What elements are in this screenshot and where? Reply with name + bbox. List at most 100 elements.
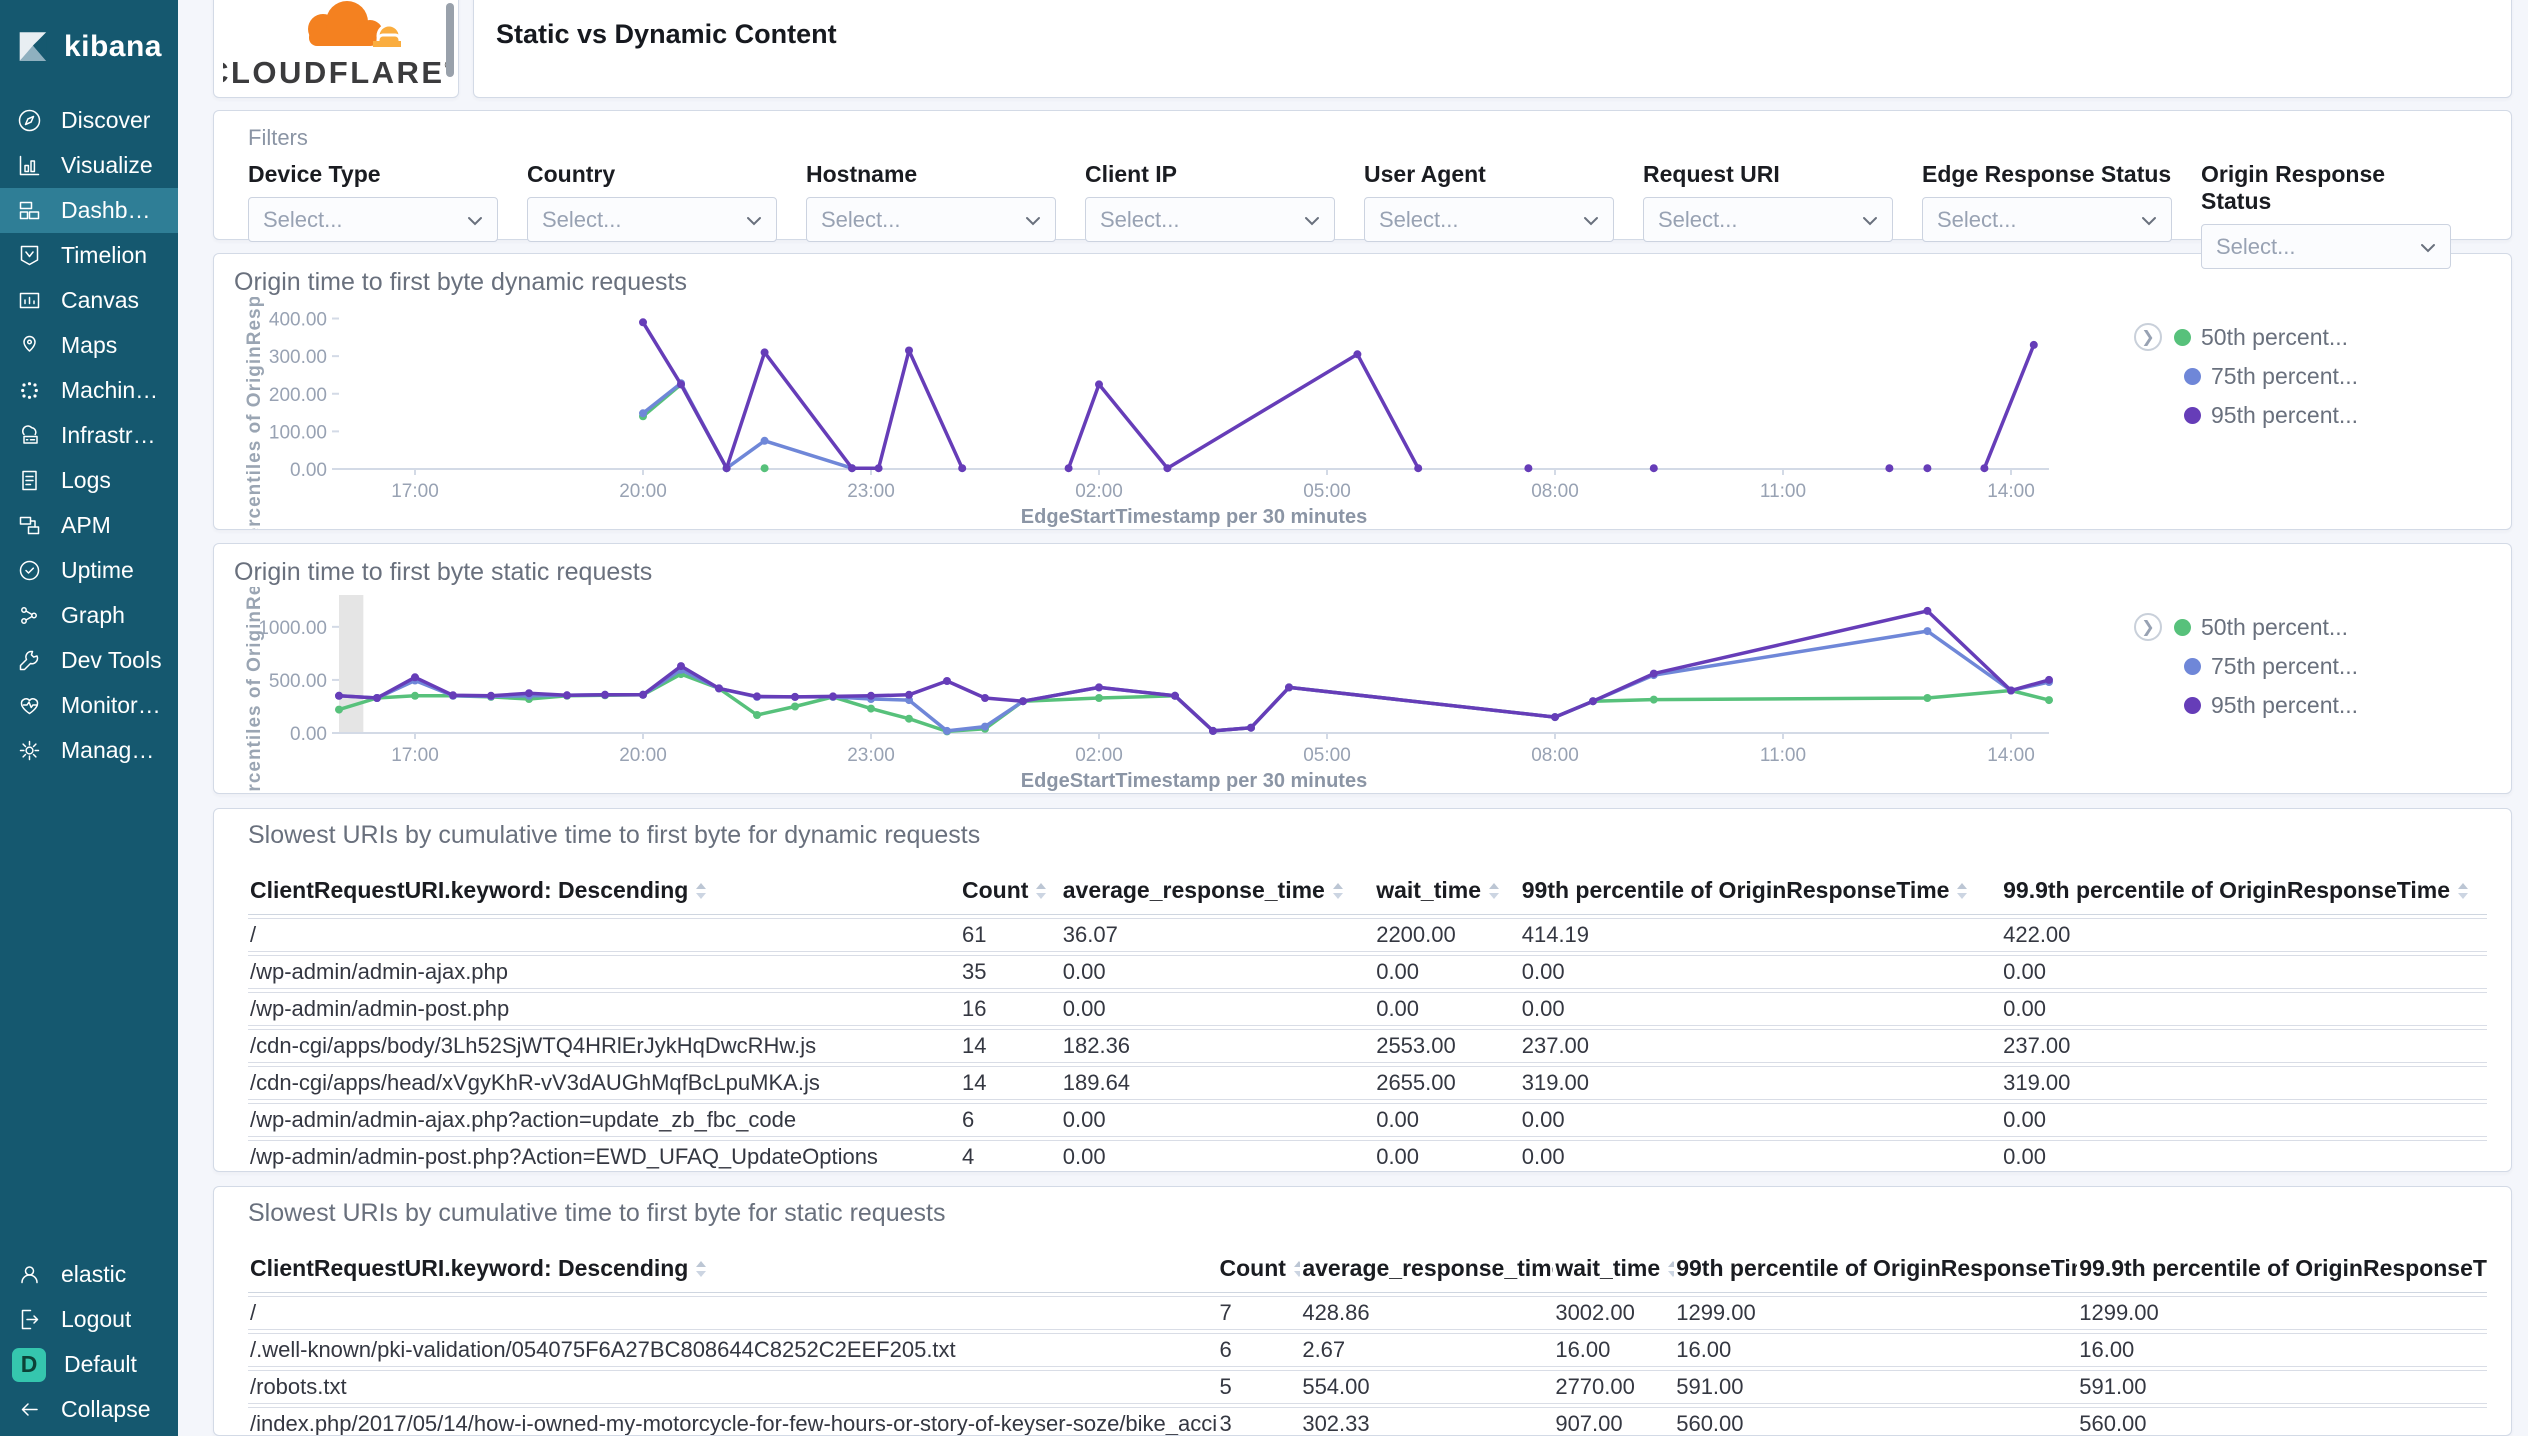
sidebar-item-maps[interactable]: Maps: [0, 323, 178, 368]
series-line: [337, 609, 2051, 733]
table-row[interactable]: /7 428.86 3002.00 1299.00 1299.00: [248, 1296, 2487, 1331]
x-tick-label: 14:00: [1987, 745, 2035, 766]
sidebar-item-monitoring[interactable]: Monitoring: [0, 683, 178, 728]
column-header[interactable]: Count: [1217, 1249, 1301, 1294]
filter-select-user-agent[interactable]: Select...: [1364, 197, 1614, 242]
sort-icon[interactable]: [1488, 882, 1500, 900]
sort-icon[interactable]: [695, 1260, 707, 1278]
table-row[interactable]: /robots.txt 5 554.00 2770.00 591.00 591.00: [248, 1370, 2487, 1405]
select-placeholder: Select...: [1658, 206, 1738, 232]
table-cell: /wp-admin/admin-post.php?Action=EWD_UFAQ…: [248, 1140, 960, 1172]
sidebar-item-default[interactable]: D Default: [0, 1342, 178, 1387]
table-row[interactable]: /wp-admin/admin-post.php?Action=EWD_UFAQ…: [248, 1140, 2487, 1172]
column-header[interactable]: average_response_time: [1300, 1249, 1554, 1294]
panel-scrollbar-thumb[interactable]: [446, 3, 454, 77]
table-cell: 1299.00: [2077, 1296, 2487, 1331]
legend-swatch[interactable]: [2184, 368, 2201, 385]
sort-icon[interactable]: [1035, 882, 1047, 900]
legend-swatch[interactable]: [2174, 618, 2191, 636]
sidebar-item-label: Uptime: [61, 557, 134, 583]
data-point: [1163, 464, 1172, 473]
data-point: [411, 691, 419, 700]
table-row[interactable]: /61 36.07 2200.00 414.19 422.00: [248, 918, 2487, 952]
data-point: [791, 692, 799, 701]
legend-swatch[interactable]: [2184, 697, 2201, 714]
filter-select-origin-response-status[interactable]: Select...: [2201, 224, 2451, 269]
data-point: [1353, 350, 1362, 359]
column-header[interactable]: 99.9th percentile of OriginResponseTime: [2077, 1249, 2487, 1294]
filter-select-client-ip[interactable]: Select...: [1085, 197, 1335, 242]
sidebar-item-logs[interactable]: Logs: [0, 458, 178, 503]
sidebar-item-discover[interactable]: Discover: [0, 98, 178, 143]
legend-label[interactable]: 75th percent...: [2211, 363, 2358, 390]
sidebar-item-logout[interactable]: Logout: [0, 1297, 178, 1342]
table-row[interactable]: /wp-admin/admin-ajax.php 35 0.00 0.00 0.00 0.…: [248, 955, 2487, 989]
sidebar-item-dashboard[interactable]: Dashboard: [0, 188, 178, 233]
sidebar-item-apm[interactable]: APM: [0, 503, 178, 548]
sidebar-item-ml[interactable]: Machine Le...: [0, 368, 178, 413]
sort-icon[interactable]: [1956, 882, 1968, 900]
dashboard-icon: [16, 197, 43, 224]
graph-icon: [16, 602, 43, 629]
legend-label[interactable]: 50th percent...: [2201, 614, 2348, 641]
sort-icon[interactable]: [695, 882, 707, 900]
table-row[interactable]: /.well-known/pki-validation/054075F6A27B…: [248, 1333, 2487, 1368]
column-header[interactable]: wait_time: [1553, 1249, 1675, 1294]
legend-swatch[interactable]: [2174, 328, 2191, 346]
legend-label[interactable]: 50th percent...: [2201, 324, 2348, 351]
legend-toggle-icon[interactable]: ❯: [2134, 323, 2162, 351]
column-header[interactable]: 99.9th percentile of OriginResponseTime: [2001, 871, 2487, 915]
sidebar-item-canvas[interactable]: Canvas: [0, 278, 178, 323]
sidebar-item-visualize[interactable]: Visualize: [0, 143, 178, 188]
x-tick-label: 08:00: [1531, 745, 1579, 766]
sidebar-item-graph[interactable]: Graph: [0, 593, 178, 638]
data-point: [1923, 464, 1932, 473]
sidebar-item-management[interactable]: Management: [0, 728, 178, 773]
data-point: [1414, 464, 1423, 473]
sidebar-item-user[interactable]: elastic: [0, 1252, 178, 1297]
filter-select-country[interactable]: Select...: [527, 197, 777, 242]
legend-label[interactable]: 75th percent...: [2211, 653, 2358, 680]
legend-swatch[interactable]: [2184, 407, 2201, 424]
data-point: [487, 691, 495, 700]
x-tick-label: 17:00: [391, 481, 439, 502]
filter-select-hostname[interactable]: Select...: [806, 197, 1056, 242]
sort-icon[interactable]: [2457, 882, 2469, 900]
column-header-label: Count: [962, 877, 1029, 903]
legend-label[interactable]: 95th percent...: [2211, 402, 2358, 429]
column-header[interactable]: 99th percentile of OriginResponseTime: [1674, 1249, 2078, 1294]
table-row[interactable]: /cdn-cgi/apps/head/xVgyKhR-vV3dAUGhMqfBc…: [248, 1066, 2487, 1100]
column-header[interactable]: average_response_time: [1060, 871, 1375, 915]
filter-select-request-uri[interactable]: Select...: [1643, 197, 1893, 242]
sort-icon[interactable]: [1293, 1260, 1301, 1278]
column-header[interactable]: wait_time: [1374, 871, 1520, 915]
legend-toggle-icon[interactable]: ❯: [2134, 613, 2162, 641]
column-header[interactable]: Count: [960, 871, 1061, 915]
sidebar-item-timelion[interactable]: Timelion: [0, 233, 178, 278]
x-tick-label: 02:00: [1075, 481, 1123, 502]
sort-icon[interactable]: [1332, 882, 1344, 900]
sidebar-item-collapse[interactable]: Collapse: [0, 1387, 178, 1432]
table-row[interactable]: /index.php/2017/05/14/how-i-owned-my-mot…: [248, 1407, 2487, 1436]
line-chart[interactable]: 17:00 20:00 23:00 02:00 05:00 08:00 11:00 14:00…: [234, 297, 2134, 529]
line-chart[interactable]: 17:00 20:00 23:00 02:00 05:00 08:00 11:00 14:00…: [234, 587, 2134, 793]
column-header[interactable]: 99th percentile of OriginResponseTime: [1519, 871, 2002, 915]
table-row[interactable]: /wp-admin/admin-post.php 16 0.00 0.00 0.00 0.…: [248, 992, 2487, 1026]
sidebar-item-label: Dashboard: [61, 197, 162, 223]
table-row[interactable]: /cdn-cgi/apps/body/3Lh52SjWTQ4HRlErJykHq…: [248, 1029, 2487, 1063]
sort-icon[interactable]: [1667, 1260, 1675, 1278]
sidebar-item-uptime[interactable]: Uptime: [0, 548, 178, 593]
kibana-logo[interactable]: kibana: [0, 18, 178, 98]
filter-select-edge-response-status[interactable]: Select...: [1922, 197, 2172, 242]
legend-swatch[interactable]: [2184, 658, 2201, 675]
column-header[interactable]: ClientRequestURI.keyword: Descending: [248, 871, 960, 915]
data-point: [639, 690, 647, 699]
data-point: [411, 673, 419, 682]
table-row[interactable]: /wp-admin/admin-ajax.php?action=update_z…: [248, 1103, 2487, 1137]
sidebar-item-infrastructure[interactable]: Infrastructure: [0, 413, 178, 458]
sidebar-item-devtools[interactable]: Dev Tools: [0, 638, 178, 683]
filter-label: Request URI: [1643, 161, 1780, 187]
filter-select-device-type[interactable]: Select...: [248, 197, 498, 242]
column-header[interactable]: ClientRequestURI.keyword: Descending: [248, 1249, 1218, 1294]
legend-label[interactable]: 95th percent...: [2211, 692, 2358, 719]
